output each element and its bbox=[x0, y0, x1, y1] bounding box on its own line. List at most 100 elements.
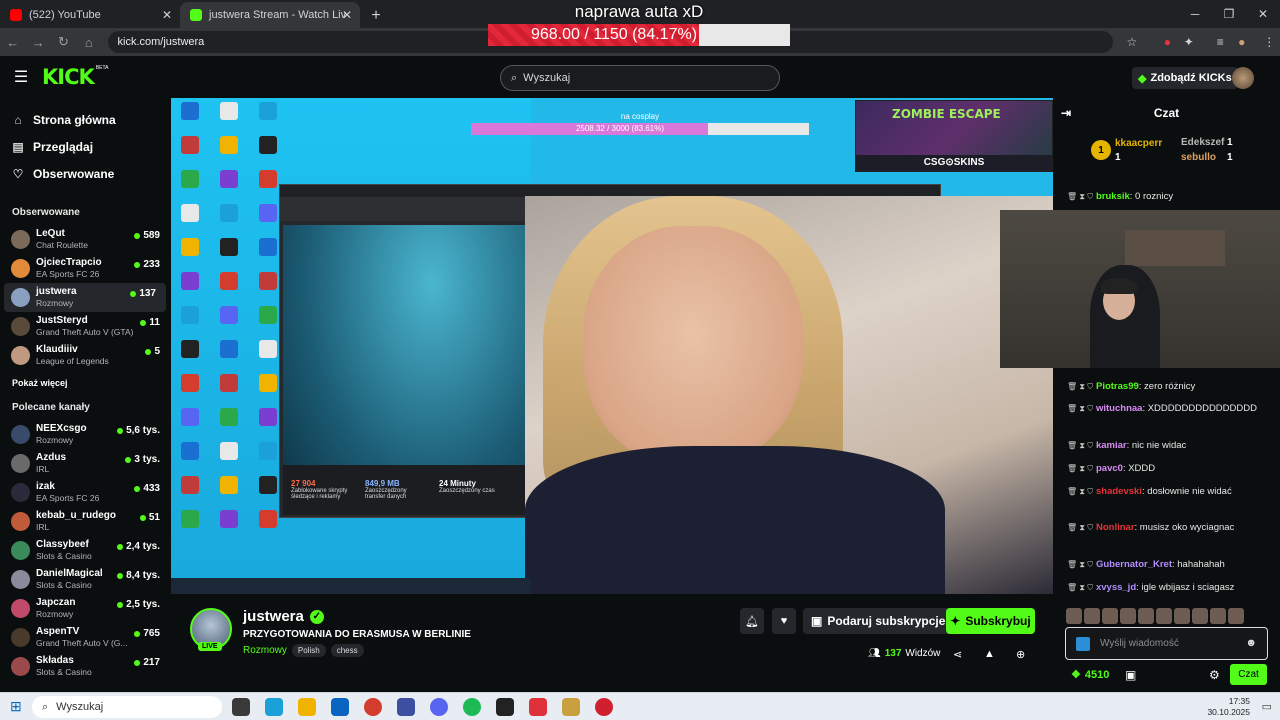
maximize-icon[interactable]: ❐ bbox=[1212, 0, 1246, 28]
chat-username[interactable]: wituchnaa bbox=[1096, 403, 1142, 414]
settings-gear-icon[interactable]: ⚙ bbox=[1209, 668, 1220, 682]
close-tab-icon[interactable]: ✕ bbox=[342, 8, 352, 22]
emoji-icon[interactable]: ☻ bbox=[1245, 637, 1257, 649]
tab-youtube[interactable]: (522) YouTube ✕ bbox=[0, 2, 180, 28]
spotify-icon[interactable] bbox=[463, 698, 481, 716]
chat-username[interactable]: Gubernator_Kret bbox=[1096, 559, 1172, 570]
chat-username[interactable]: kamiar bbox=[1096, 440, 1127, 451]
sidebar-channel-danielmagical[interactable]: DanielMagical Slots & Casino 8,4 tys. bbox=[0, 565, 170, 594]
emote[interactable] bbox=[1174, 608, 1190, 624]
app-icon[interactable] bbox=[496, 698, 514, 716]
chat-username[interactable]: shadevski bbox=[1096, 486, 1142, 497]
sidebar-channel-juststeryd[interactable]: JustSteryd Grand Theft Auto V (GTA) 11 bbox=[0, 312, 170, 341]
file-explorer-icon[interactable] bbox=[298, 698, 316, 716]
extension-icon[interactable]: ● bbox=[1157, 35, 1178, 49]
emote[interactable] bbox=[1156, 608, 1172, 624]
emote[interactable] bbox=[1120, 608, 1136, 624]
chat-username[interactable]: xvyss_jd bbox=[1096, 582, 1136, 593]
emote[interactable] bbox=[1066, 608, 1082, 624]
extensions-puzzle-icon[interactable]: ✦ bbox=[1178, 35, 1199, 49]
add-user-icon[interactable]: ⊕ bbox=[1016, 648, 1025, 661]
app-icon[interactable] bbox=[595, 698, 613, 716]
sidebar-channel-neexcsgo[interactable]: NEEXcsgo Rozmowy 5,6 tys. bbox=[0, 420, 170, 449]
mod-actions-icon[interactable]: 🗑︎ ⧗ ⛉ bbox=[1067, 487, 1093, 496]
reload-icon[interactable]: ↻ bbox=[51, 34, 76, 50]
channel-points[interactable]: ❖ 4510 bbox=[1071, 668, 1109, 682]
chat-username[interactable]: Nonlinar bbox=[1096, 522, 1135, 533]
bookmark-star-icon[interactable]: ☆ bbox=[1121, 35, 1142, 49]
tag-polish[interactable]: Polish bbox=[291, 644, 326, 657]
emote[interactable] bbox=[1228, 608, 1244, 624]
get-kicks-button[interactable]: ◆ Zdobądź KICKs bbox=[1132, 67, 1238, 89]
report-icon[interactable]: ▲ bbox=[984, 648, 995, 660]
emote[interactable] bbox=[1210, 608, 1226, 624]
back-icon[interactable]: ← bbox=[0, 35, 25, 50]
mod-actions-icon[interactable]: 🗑︎ ⧗ ⛉ bbox=[1067, 404, 1093, 413]
leader-name[interactable]: sebullo bbox=[1181, 152, 1216, 163]
kick-emote-icon[interactable] bbox=[1076, 637, 1090, 651]
gift-subscription-button[interactable]: ▣ Podaruj subskrypcje bbox=[803, 608, 954, 634]
chat-send-button[interactable]: Czat bbox=[1230, 664, 1267, 685]
emote[interactable] bbox=[1084, 608, 1100, 624]
forward-icon[interactable]: → bbox=[25, 35, 50, 50]
tab-kick[interactable]: justwera Stream - Watch Liv ✕ bbox=[180, 2, 360, 28]
sidebar-channel-izak[interactable]: izak EA Sports FC 26 433 bbox=[0, 478, 170, 507]
mod-actions-icon[interactable]: 🗑︎ ⧗ ⛉ bbox=[1067, 583, 1093, 592]
show-more-link[interactable]: Pokaż więcej bbox=[0, 370, 170, 388]
mod-actions-icon[interactable]: 🗑︎ ⧗ ⛉ bbox=[1067, 464, 1093, 473]
leader-name[interactable]: kkaacperr bbox=[1115, 138, 1162, 149]
new-tab-button[interactable]: + bbox=[364, 4, 388, 28]
windows-start-icon[interactable]: ⊞ bbox=[10, 698, 22, 715]
emote[interactable] bbox=[1102, 608, 1118, 624]
chat-username[interactable]: Piotras99 bbox=[1096, 381, 1139, 392]
category-link[interactable]: Rozmowy bbox=[243, 645, 287, 656]
search-input[interactable]: ⌕ Wyszukaj bbox=[500, 65, 780, 91]
app-icon[interactable] bbox=[397, 698, 415, 716]
sidebar-channel-lequt[interactable]: LeQut Chat Roulette 589 bbox=[0, 225, 170, 254]
chat-username[interactable]: pavc0 bbox=[1096, 463, 1123, 474]
app-icon[interactable] bbox=[562, 698, 580, 716]
notification-icon[interactable]: ▭ bbox=[1262, 700, 1272, 713]
browser-menu-icon[interactable]: ⋮ bbox=[1258, 35, 1279, 49]
sidebar-channel-kebab-u-rudego[interactable]: kebab_u_rudego IRL 51 bbox=[0, 507, 170, 536]
sidebar-channel-japczan[interactable]: Japczan Rozmowy 2,5 tys. bbox=[0, 594, 170, 623]
sidebar-channel-ojciectrapcio[interactable]: OjciecTrapcio EA Sports FC 26 233 bbox=[0, 254, 170, 283]
outlook-icon[interactable] bbox=[331, 698, 349, 716]
mod-actions-icon[interactable]: 🗑︎ ⧗ ⛉ bbox=[1067, 192, 1093, 201]
home-browser-icon[interactable]: ⌂ bbox=[76, 35, 101, 50]
chrome-icon[interactable] bbox=[364, 698, 382, 716]
taskbar-search-input[interactable]: ⌕ Wyszukaj bbox=[32, 696, 222, 718]
emote[interactable] bbox=[1138, 608, 1154, 624]
kick-logo[interactable]: KICK BETA bbox=[42, 65, 108, 89]
sidebar-item-browse[interactable]: ▤ Przeglądaj bbox=[0, 133, 170, 160]
chat-username[interactable]: bruksik bbox=[1096, 191, 1130, 202]
profile-icon[interactable]: ● bbox=[1231, 35, 1252, 49]
mod-actions-icon[interactable]: 🗑︎ ⧗ ⛉ bbox=[1067, 382, 1093, 391]
emote[interactable] bbox=[1192, 608, 1208, 624]
sidebar-channel-azdus[interactable]: Azdus IRL 3 tys. bbox=[0, 449, 170, 478]
app-icon[interactable] bbox=[529, 698, 547, 716]
leader-name[interactable]: Edekszef bbox=[1181, 137, 1224, 148]
close-window-icon[interactable]: ✕ bbox=[1246, 0, 1280, 28]
sidebar-item-following[interactable]: ♡ Obserwowane bbox=[0, 160, 170, 187]
tag-chess[interactable]: chess bbox=[330, 644, 364, 657]
notification-bell-button[interactable]: 🔔︎ bbox=[740, 608, 764, 634]
menu-icon[interactable]: ☰ bbox=[0, 67, 42, 87]
streamer-name[interactable]: justwera ✓ bbox=[243, 608, 324, 625]
gift-icon[interactable]: ▣ bbox=[1125, 668, 1136, 682]
sidebar-channel-justwera[interactable]: justwera Rozmowy 137 bbox=[4, 283, 166, 312]
follow-heart-button[interactable]: ♥ bbox=[772, 608, 796, 634]
subscribe-button[interactable]: ✦ Subskrybuj bbox=[946, 608, 1035, 634]
sidebar-item-home[interactable]: ⌂ Strona główna bbox=[0, 106, 170, 133]
mod-actions-icon[interactable]: 🗑︎ ⧗ ⛉ bbox=[1067, 560, 1093, 569]
minimize-icon[interactable]: ─ bbox=[1178, 0, 1212, 28]
task-view-icon[interactable] bbox=[232, 698, 250, 716]
user-avatar[interactable] bbox=[1232, 67, 1254, 89]
video-player[interactable]: 27 904 Zablokowane skrypty śledzące i rek… bbox=[171, 98, 1053, 594]
sidebar-channel-klaudiiiv[interactable]: Klaudiiiv League of Legends 5 bbox=[0, 341, 170, 370]
collapse-chat-icon[interactable]: ⇥ bbox=[1061, 106, 1071, 120]
sidebar-channel-classybeef[interactable]: Classybeef Slots & Casino 2,4 tys. bbox=[0, 536, 170, 565]
mod-actions-icon[interactable]: 🗑︎ ⧗ ⛉ bbox=[1067, 523, 1093, 532]
chat-message-input[interactable]: Wyślij wiadomość ☻ bbox=[1065, 627, 1268, 660]
edge-icon[interactable] bbox=[265, 698, 283, 716]
